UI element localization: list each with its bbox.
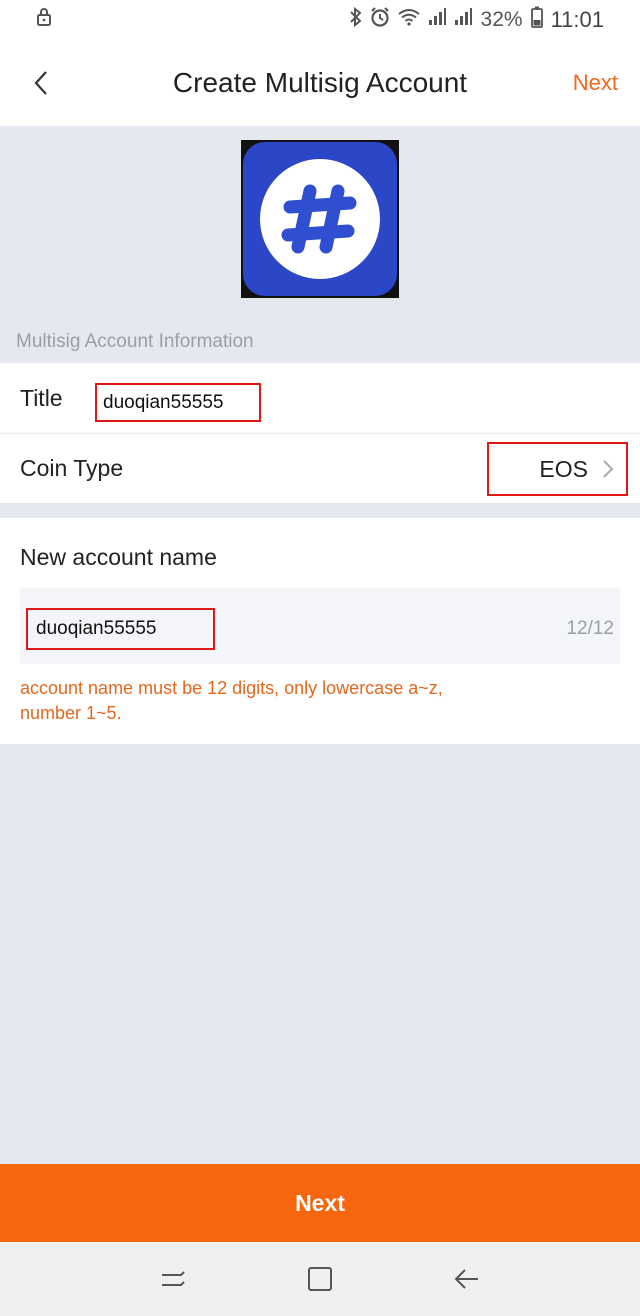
status-bar: 32% 11:01 (0, 0, 640, 40)
title-label: Title (20, 384, 63, 411)
coin-type-selector[interactable]: EOS (487, 442, 628, 496)
title-row: Title duoqian55555 (0, 363, 640, 433)
signal-icon (453, 7, 473, 33)
coin-type-value: EOS (539, 455, 588, 482)
next-button[interactable]: Next (0, 1164, 640, 1242)
wifi-icon (397, 7, 421, 33)
header: Create Multisig Account Next (0, 40, 640, 126)
clock: 11:01 (550, 7, 604, 32)
home-icon (307, 1267, 332, 1291)
account-logo (241, 140, 399, 298)
coin-type-row[interactable]: Coin Type EOS (0, 433, 640, 503)
account-name-heading: New account name (20, 544, 217, 570)
back-button[interactable] (30, 68, 56, 98)
back-nav-button[interactable] (445, 1257, 489, 1301)
character-counter: 12/12 (566, 618, 614, 639)
page-title: Create Multisig Account (172, 67, 468, 98)
recent-apps-icon (162, 1271, 186, 1286)
title-input[interactable]: duoqian55555 (95, 383, 261, 422)
chevron-left-icon (34, 71, 47, 95)
account-name-card: New account name duoqian55555 12/12 acco… (0, 518, 640, 744)
signal-icon (427, 7, 447, 33)
recent-apps-button[interactable] (151, 1257, 195, 1301)
account-name-input[interactable]: duoqian55555 (26, 608, 215, 650)
account-info-card: Title duoqian55555 Coin Type EOS (0, 363, 640, 503)
coin-type-label: Coin Type (20, 455, 124, 481)
hash-logo-icon (243, 142, 397, 296)
battery-icon (530, 6, 543, 34)
system-nav-bar (0, 1242, 640, 1316)
header-next-button[interactable]: Next (573, 70, 618, 96)
chevron-right-icon (603, 460, 614, 478)
lock-icon (36, 7, 52, 33)
account-name-hint: account name must be 12 digits, only low… (20, 678, 443, 723)
alarm-icon (369, 6, 391, 34)
account-name-field[interactable]: duoqian55555 12/12 (20, 588, 620, 664)
bluetooth-icon (349, 6, 363, 34)
back-arrow-icon (454, 1269, 478, 1289)
battery-percent: 32% (480, 8, 523, 31)
home-button[interactable] (298, 1257, 342, 1301)
section-label: Multisig Account Information (16, 331, 254, 352)
